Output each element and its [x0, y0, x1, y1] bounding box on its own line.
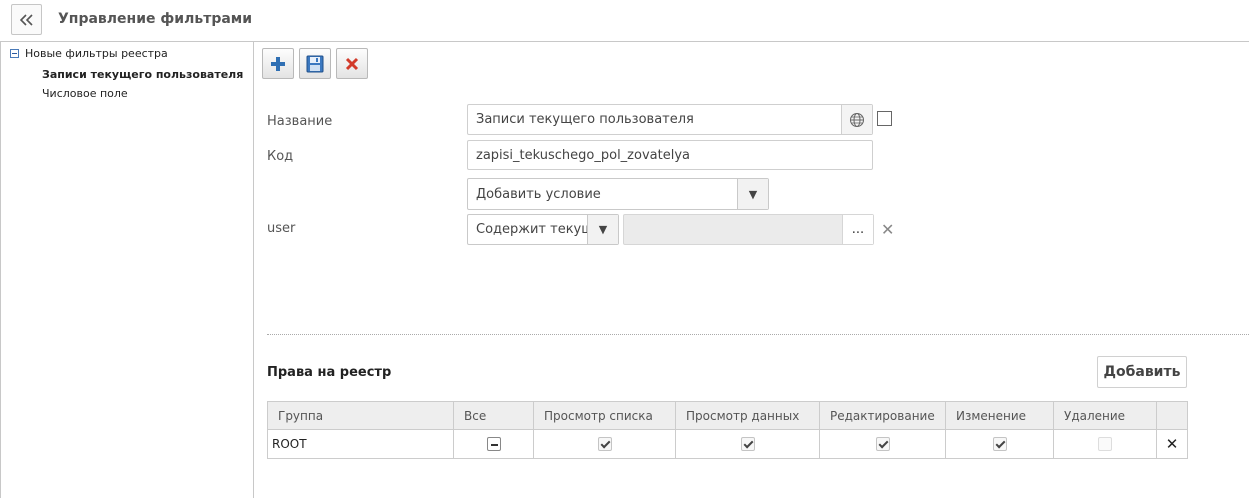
column-header: Изменение [945, 401, 1054, 430]
remove-condition-icon[interactable]: ✕ [881, 220, 894, 239]
column-header: Удаление [1053, 401, 1157, 430]
condition-field-label: user [267, 221, 296, 236]
red-x-icon [345, 57, 359, 70]
main-panel: Название Записи текущего пользователя Ко… [257, 42, 1249, 498]
add-condition-select[interactable]: Добавить условие ▼ [467, 178, 769, 210]
plus-icon [271, 56, 285, 71]
collapse-icon[interactable] [10, 49, 19, 58]
column-header: Группа [267, 401, 454, 430]
header: Управление фильтрами [0, 0, 1249, 42]
table-row: ROOT ✕ [267, 429, 1188, 459]
name-field[interactable]: Записи текущего пользователя [467, 104, 873, 135]
code-field[interactable]: zapisi_tekuschego_pol_zovatelya [467, 140, 873, 170]
name-checkbox[interactable] [877, 111, 892, 126]
rights-table: Группа Все Просмотр списка Просмотр данн… [267, 401, 1188, 459]
code-label: Код [267, 149, 294, 164]
view-data-checkbox[interactable] [740, 437, 755, 452]
condition-operator-select[interactable]: Содержит текущ ▼ [467, 214, 619, 245]
column-header [1156, 401, 1188, 430]
column-header: Редактирование [819, 401, 946, 430]
group-cell: ROOT [267, 429, 454, 459]
chevron-down-icon[interactable]: ▼ [587, 215, 618, 244]
pick-value-button[interactable]: ... [842, 215, 873, 244]
translations-button[interactable] [841, 105, 872, 134]
divider [267, 334, 1249, 335]
remove-row-icon[interactable]: ✕ [1156, 429, 1188, 459]
double-chevron-left-icon [19, 13, 33, 26]
tree-item-current-user-records[interactable]: Записи текущего пользователя [42, 68, 243, 81]
change-checkbox[interactable] [992, 437, 1007, 452]
column-header: Все [453, 401, 534, 430]
tree-root[interactable]: Новые фильтры реестра [10, 47, 168, 60]
view-list-checkbox[interactable] [597, 437, 612, 452]
condition-value-field: ... [623, 214, 874, 245]
floppy-disk-icon [306, 55, 324, 72]
table-header-row: Группа Все Просмотр списка Просмотр данн… [267, 401, 1188, 430]
back-button[interactable] [11, 4, 42, 35]
page-title: Управление фильтрами [58, 11, 253, 27]
add-filter-button[interactable] [262, 48, 294, 79]
delete-checkbox[interactable] [1098, 437, 1112, 452]
name-value: Записи текущего пользователя [476, 112, 694, 127]
edit-checkbox[interactable] [875, 437, 890, 452]
column-header: Просмотр данных [675, 401, 820, 430]
tree-root-label: Новые фильтры реестра [25, 47, 168, 60]
tree-item-numeric-field[interactable]: Числовое поле [42, 87, 128, 100]
globe-icon [850, 112, 864, 127]
rights-title: Права на реестр [267, 365, 392, 380]
column-header: Просмотр списка [533, 401, 676, 430]
delete-filter-button[interactable] [336, 48, 368, 79]
condition-operator-value: Содержит текущ [476, 222, 594, 237]
code-value: zapisi_tekuschego_pol_zovatelya [476, 147, 690, 163]
filter-tree-panel: Новые фильтры реестра Записи текущего по… [0, 42, 254, 498]
all-checkbox[interactable] [486, 437, 501, 452]
chevron-down-icon[interactable]: ▼ [737, 179, 768, 209]
save-filter-button[interactable] [299, 48, 331, 79]
name-label: Название [267, 114, 333, 129]
add-condition-value: Добавить условие [476, 186, 601, 202]
add-rights-button[interactable]: Добавить [1097, 356, 1187, 388]
